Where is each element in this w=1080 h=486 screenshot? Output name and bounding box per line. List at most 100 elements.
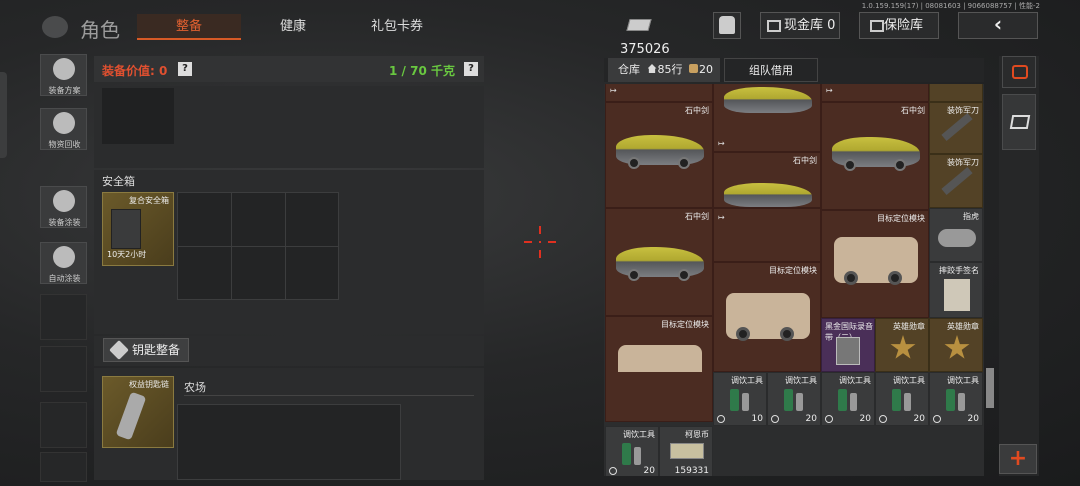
item-cell[interactable]	[605, 372, 713, 422]
item-cell[interactable]: 调饮工具 20	[605, 426, 659, 476]
back-button[interactable]: ‹	[958, 12, 1038, 39]
item-cell[interactable]	[929, 84, 983, 102]
item-cell[interactable]: 调饮工具 10	[713, 372, 767, 426]
item-cell[interactable]: 石中剑	[821, 102, 929, 210]
safebox-grid[interactable]	[177, 192, 339, 300]
item-cell[interactable]: 石中剑	[605, 208, 713, 316]
bottle-icon	[946, 389, 955, 411]
crosshair	[539, 241, 541, 243]
clock-icon	[771, 415, 779, 423]
organize-button[interactable]	[1002, 94, 1036, 150]
safebox-panel: 安全箱 复合安全箱 10天2小时	[94, 170, 484, 334]
crosshair	[548, 241, 556, 243]
item-name: 目标定位模块	[769, 266, 817, 275]
tab-team-borrow[interactable]: 组队借用	[724, 58, 818, 82]
item-cell[interactable]: 柯恩币 159331	[659, 426, 713, 476]
safebox-icon	[111, 209, 141, 249]
empty-slot	[40, 402, 87, 448]
profile-button[interactable]	[713, 12, 741, 39]
divider	[184, 395, 474, 396]
paint-button[interactable]: 装备涂装	[40, 186, 87, 228]
keychain-icon	[115, 391, 147, 441]
item-cell[interactable]: 装饰军刀	[929, 102, 983, 154]
stack-refresh-icon	[1012, 65, 1028, 79]
item-cell[interactable]: 调饮工具 20	[929, 372, 983, 426]
layers-icon	[1009, 115, 1031, 129]
item-cell[interactable]: 调饮工具 20	[767, 372, 821, 426]
cup-icon	[958, 393, 965, 411]
item-cell[interactable]: 调饮工具 20	[875, 372, 929, 426]
auto-paint-button[interactable]: 自动涂装	[40, 242, 87, 284]
item-name: 装饰军刀	[947, 106, 979, 115]
recycle-button[interactable]: 物资回收	[40, 108, 87, 150]
crosshair	[539, 250, 541, 258]
auto-paint-icon	[53, 246, 75, 268]
key-loadout-label: 钥匙整备	[132, 343, 181, 357]
item-cell[interactable]: 石中剑	[713, 152, 821, 208]
backpack-slot[interactable]	[102, 88, 174, 144]
wheel-icon	[628, 157, 640, 169]
home-icon	[647, 64, 657, 73]
edge-handle[interactable]	[0, 72, 7, 158]
item-cell[interactable]: 黑金国际录音带（二）	[821, 318, 875, 372]
item-cell[interactable]: ↦	[713, 84, 821, 152]
currency-amount: 375026	[620, 42, 670, 57]
safebox-timer: 10天2小时	[107, 250, 147, 259]
rows-count-1: 85行	[657, 63, 683, 76]
tab-health[interactable]: 健康	[245, 14, 341, 40]
equipment-value: 装备价值: 0	[102, 64, 168, 78]
medal-icon	[944, 335, 970, 359]
add-button[interactable]: +	[999, 444, 1037, 474]
currency-display: 375026	[620, 12, 698, 57]
item-cell[interactable]: 目标定位模块	[821, 210, 929, 318]
item-cell[interactable]: ↦	[605, 84, 713, 102]
bottle-icon	[838, 389, 847, 411]
value-help-button[interactable]: ?	[178, 62, 192, 76]
wheel-icon	[894, 159, 906, 171]
item-name: 石中剑	[685, 106, 709, 115]
item-name: 调饮工具	[731, 376, 763, 385]
loadout-plan-button[interactable]: 装备方案	[40, 54, 87, 96]
safebox-item[interactable]: 复合安全箱 10天2小时	[102, 192, 174, 266]
lens-icon	[844, 271, 858, 285]
item-name: 摔跤手签名	[939, 266, 979, 275]
item-cell[interactable]: 指虎	[929, 208, 983, 262]
clock-icon	[933, 415, 941, 423]
item-cell[interactable]: 英雄勋章	[875, 318, 929, 372]
warehouse-grid[interactable]: ↦ 石中剑 石中剑 目标定位模块 ↦ 石中剑 ↦ 目标定位模块 ↦ 石中剑 目标…	[604, 84, 984, 476]
sportscar-icon	[724, 183, 812, 207]
sort-button[interactable]	[1002, 56, 1036, 88]
warehouse-tab-label: 仓库	[618, 63, 640, 76]
warehouse-scrollbar[interactable]	[986, 368, 994, 408]
keychain-item[interactable]: 权益钥匙链	[102, 376, 174, 448]
item-cell[interactable]: 石中剑	[605, 102, 713, 208]
lens-icon	[780, 327, 794, 341]
key-loadout-button[interactable]: 钥匙整备	[103, 338, 189, 362]
key-grid[interactable]	[177, 404, 401, 480]
item-name: 柯恩币	[685, 430, 709, 439]
item-name: 英雄勋章	[893, 322, 925, 331]
item-count: 20	[805, 414, 817, 424]
item-cell[interactable]: 目标定位模块	[713, 262, 821, 372]
item-count: 10	[751, 414, 763, 424]
item-cell[interactable]: ↦	[713, 208, 821, 262]
cash-vault-button[interactable]: 现金库 0	[760, 12, 840, 39]
insurance-vault-button[interactable]: 保险库	[859, 12, 939, 39]
weight-help-button[interactable]: ?	[464, 62, 478, 76]
crosshair	[539, 226, 541, 234]
cash-icon	[626, 18, 652, 31]
insurance-label: 保险库	[884, 18, 924, 33]
saber-icon	[941, 167, 973, 195]
item-cell[interactable]: 摔跤手签名	[929, 262, 983, 318]
item-cell[interactable]: ↦	[821, 84, 929, 102]
item-cell[interactable]: 英雄勋章	[929, 318, 983, 372]
keychain-name: 权益钥匙链	[129, 380, 169, 389]
key-panel: 权益钥匙链 农场	[94, 368, 484, 480]
tab-loadout[interactable]: 整备	[137, 14, 241, 40]
warehouse-tabs: 仓库 85行 20行 组队借用	[604, 58, 984, 100]
empty-slot	[40, 346, 87, 392]
tab-coupons[interactable]: 礼包卡券	[345, 14, 449, 40]
tab-warehouse[interactable]: 仓库 85行 20行	[608, 58, 720, 100]
item-cell[interactable]: 调饮工具 20	[821, 372, 875, 426]
item-cell[interactable]: 装饰军刀	[929, 154, 983, 208]
